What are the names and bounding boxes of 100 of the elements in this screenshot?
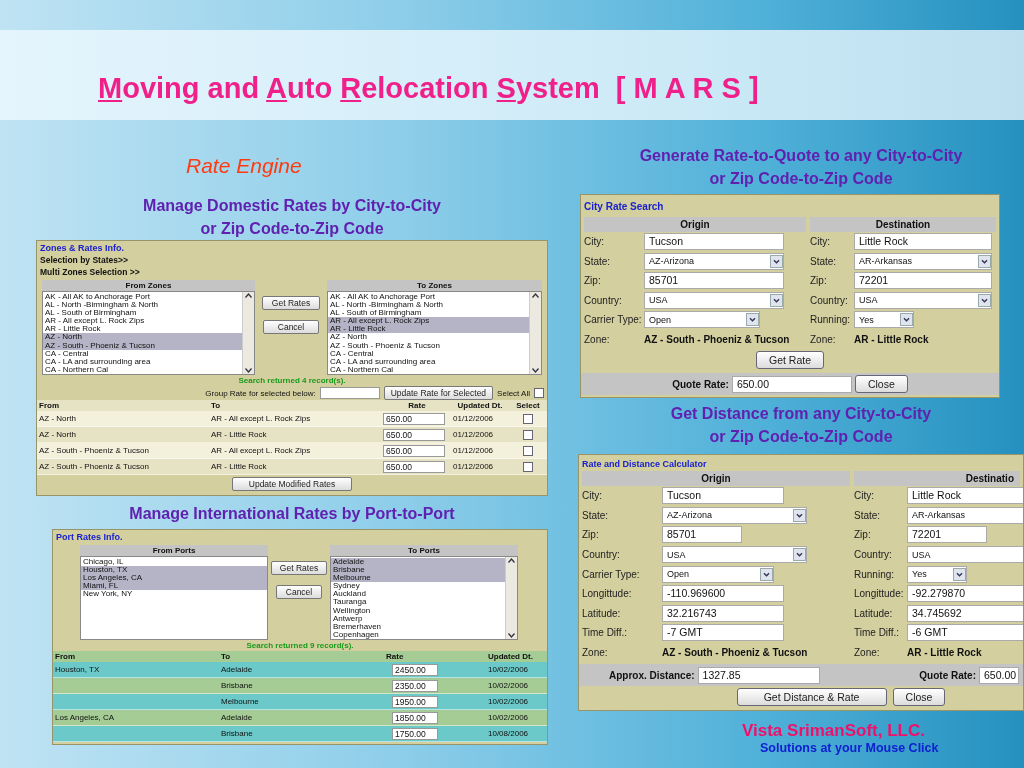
- list-item[interactable]: Brisbane: [331, 566, 505, 575]
- list-item[interactable]: Chicago, IL: [81, 558, 267, 567]
- get-rates-button[interactable]: Get Rates: [271, 561, 327, 575]
- text-field[interactable]: 32.216743: [662, 604, 784, 622]
- list-item[interactable]: Miami, FL: [81, 582, 267, 591]
- text-field[interactable]: -92.279870: [907, 585, 1023, 603]
- list-item[interactable]: Adelaide: [331, 558, 505, 567]
- get-rates-button[interactable]: Get Rates: [262, 296, 320, 310]
- text-field[interactable]: Tucson: [644, 233, 784, 251]
- list-item[interactable]: AR - All except L. Rock Zips: [43, 317, 242, 326]
- checkbox[interactable]: [523, 413, 533, 424]
- scrollbar[interactable]: [529, 292, 541, 374]
- list-box[interactable]: Adelaide Brisbane Melbourne Sydney Auckland Tauranga Wellington Antwerp Bremerhaven Copenhagen: [330, 556, 518, 640]
- text-field[interactable]: 85701: [644, 272, 784, 290]
- list-item[interactable]: Sydney: [331, 582, 505, 591]
- list-item[interactable]: Copenhagen: [331, 630, 505, 639]
- dropdown[interactable]: USA: [644, 291, 784, 309]
- list-box[interactable]: [327, 291, 542, 375]
- list-item[interactable]: AL - South of Birmingham: [328, 309, 529, 318]
- list-item[interactable]: Melbourne: [331, 574, 505, 583]
- text-field[interactable]: Little Rock: [854, 233, 992, 251]
- rate-field[interactable]: [319, 387, 380, 399]
- list-item[interactable]: AZ - North: [328, 333, 529, 342]
- list-item[interactable]: Bremerhaven: [331, 622, 505, 631]
- dropdown[interactable]: AR-Arkansas: [854, 252, 992, 270]
- list-item[interactable]: Houston, TX: [81, 566, 267, 575]
- rate-field[interactable]: 1750.00: [392, 727, 438, 740]
- list-item[interactable]: Wellington: [331, 606, 505, 615]
- dropdown[interactable]: USA: [854, 291, 992, 309]
- rate-field[interactable]: 2350.00: [392, 679, 438, 692]
- rate-field[interactable]: 650.00: [383, 412, 445, 425]
- get-distance-button[interactable]: Get Distance & Rate: [736, 688, 887, 707]
- scrollbar[interactable]: [242, 292, 254, 374]
- list-item[interactable]: Antwerp: [331, 614, 505, 623]
- close-button[interactable]: Close: [854, 375, 908, 393]
- checkbox[interactable]: [523, 429, 533, 440]
- list-item[interactable]: AR - Little Rock: [328, 325, 529, 334]
- list-item[interactable]: CA - LA and surrounding area: [43, 357, 242, 366]
- distance-field[interactable]: 1327.85: [697, 666, 820, 684]
- list-item[interactable]: CA - LA and surrounding area: [328, 357, 529, 366]
- dropdown[interactable]: Yes: [907, 565, 967, 583]
- rate-field[interactable]: 2450.00: [392, 663, 438, 676]
- list-item[interactable]: CA - Northern Cal: [43, 365, 242, 374]
- cancel-button[interactable]: Cancel: [276, 585, 322, 599]
- list-item[interactable]: AR - All except L. Rock Zips: [328, 317, 529, 326]
- list-item[interactable]: CA - Central: [328, 349, 529, 358]
- text-field[interactable]: -6 GMT: [907, 624, 1023, 642]
- field-label: Time Diff.:: [582, 627, 628, 639]
- list-item[interactable]: AL - North -Birmingham & North: [43, 301, 242, 310]
- list-box[interactable]: Chicago, IL Houston, TX Los Angeles, CA Miami, FL New York, NY: [80, 556, 268, 640]
- list-item[interactable]: AZ - South - Phoeniz & Tucson: [43, 341, 242, 350]
- dropdown[interactable]: AR-Arkansas: [907, 506, 1023, 524]
- list-item[interactable]: AL - North -Birmingham & North: [328, 301, 529, 310]
- link[interactable]: Multi Zones Selection >>: [40, 266, 544, 278]
- update-modified-rates-button[interactable]: Update Modified Rates: [232, 477, 352, 491]
- list-item[interactable]: AZ - South - Phoeniz & Tucson: [328, 341, 529, 350]
- text-field[interactable]: Tucson: [662, 487, 784, 505]
- text-field[interactable]: 72201: [907, 526, 987, 544]
- list-box[interactable]: [42, 291, 255, 375]
- text-field[interactable]: -110.969600: [662, 585, 784, 603]
- list-item[interactable]: AL - South of Birmingham: [43, 309, 242, 318]
- update-rate-button[interactable]: Update Rate for Selected: [383, 386, 494, 400]
- list-item[interactable]: Los Angeles, CA: [81, 574, 267, 583]
- rate-field[interactable]: 1950.00: [392, 695, 438, 708]
- cancel-button[interactable]: Cancel: [263, 320, 319, 334]
- list-item[interactable]: CA - Northern Cal: [328, 365, 529, 374]
- rate-field[interactable]: 1850.00: [392, 711, 438, 724]
- close-button[interactable]: Close: [892, 688, 946, 707]
- dropdown[interactable]: USA: [662, 546, 807, 564]
- list-item[interactable]: AZ - North: [43, 333, 242, 342]
- rate-field[interactable]: 650.00: [383, 460, 445, 473]
- link[interactable]: Selection by States>>: [40, 254, 544, 266]
- text-field[interactable]: -7 GMT: [662, 624, 784, 642]
- text-field[interactable]: 72201: [854, 272, 992, 290]
- get-rate-button[interactable]: Get Rate: [756, 351, 824, 369]
- rate-field[interactable]: 650.00: [383, 428, 445, 441]
- checkbox[interactable]: [523, 461, 533, 472]
- scroll-down-icon: [245, 368, 252, 373]
- checkbox[interactable]: [534, 388, 544, 398]
- list-item[interactable]: AK - All AK to Anchorage Port: [328, 293, 529, 302]
- list-item[interactable]: Auckland: [331, 590, 505, 599]
- text-field[interactable]: 85701: [662, 526, 742, 544]
- dropdown[interactable]: Yes: [854, 311, 914, 329]
- dropdown[interactable]: AZ-Arizona: [662, 506, 807, 524]
- dropdown[interactable]: USA: [907, 546, 1023, 564]
- dropdown[interactable]: Open: [662, 565, 774, 583]
- text-field[interactable]: Little Rock: [907, 487, 1023, 505]
- list-item[interactable]: AR - Little Rock: [43, 325, 242, 334]
- list-item[interactable]: New York, NY: [81, 590, 267, 599]
- text-field[interactable]: 34.745692: [907, 604, 1023, 622]
- rate-field[interactable]: 650.00: [383, 444, 445, 457]
- scrollbar[interactable]: [505, 557, 517, 639]
- dropdown[interactable]: Open: [644, 311, 760, 329]
- list-item[interactable]: AK - All AK to Anchorage Port: [43, 293, 242, 302]
- quote-rate-field[interactable]: 650.00: [731, 375, 852, 393]
- list-item[interactable]: Tauranga: [331, 598, 505, 607]
- quote-rate-field[interactable]: 650.00: [979, 666, 1019, 684]
- dropdown[interactable]: AZ-Arizona: [644, 252, 784, 270]
- checkbox[interactable]: [523, 445, 533, 456]
- list-item[interactable]: CA - Central: [43, 349, 242, 358]
